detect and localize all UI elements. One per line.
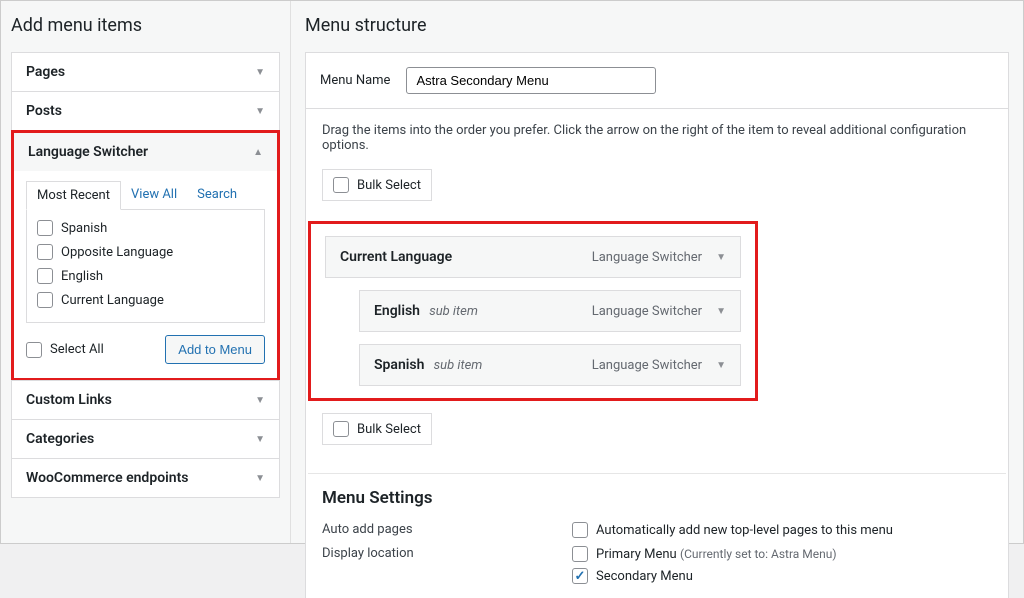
checkbox-opposite-language[interactable] bbox=[37, 244, 53, 260]
tab-view-all[interactable]: View All bbox=[121, 181, 187, 210]
accordion-categories[interactable]: Categories ▼ bbox=[11, 419, 280, 459]
chevron-down-icon: ▼ bbox=[255, 67, 265, 78]
option-opposite-label: Opposite Language bbox=[61, 245, 173, 260]
accordion-language-switcher[interactable]: Language Switcher ▲ Most Recent View All… bbox=[11, 130, 280, 381]
bulk-select-top[interactable]: Bulk Select bbox=[322, 169, 432, 201]
accordion-posts-label: Posts bbox=[26, 103, 62, 119]
option-spanish-label: Spanish bbox=[61, 221, 107, 236]
checkbox-auto-add-pages[interactable] bbox=[572, 522, 588, 538]
bulk-select-top-label: Bulk Select bbox=[357, 178, 421, 193]
chevron-down-icon[interactable]: ▼ bbox=[716, 360, 726, 371]
language-switcher-options: Spanish Opposite Language English Curren… bbox=[26, 209, 265, 323]
menu-items-highlight: Current Language Language Switcher ▼ Eng… bbox=[308, 221, 758, 401]
checkbox-bulk-select-top[interactable] bbox=[333, 177, 349, 193]
language-switcher-body: Most Recent View All Search Spanish Oppo… bbox=[14, 171, 277, 378]
checkbox-english[interactable] bbox=[37, 268, 53, 284]
accordion-pages-label: Pages bbox=[26, 64, 65, 80]
menu-item-english-type: Language Switcher bbox=[592, 304, 702, 319]
menu-structure-heading: Menu structure bbox=[305, 11, 1009, 40]
menu-item-english-title: English bbox=[374, 303, 420, 319]
menu-item-current-language[interactable]: Current Language Language Switcher ▼ bbox=[325, 236, 741, 278]
menu-item-english-sub: sub item bbox=[429, 304, 478, 319]
accordion-woocommerce-label: WooCommerce endpoints bbox=[26, 470, 188, 486]
bulk-select-bottom-label: Bulk Select bbox=[357, 422, 421, 437]
option-english-label: English bbox=[61, 269, 103, 284]
menu-item-spanish-sub: sub item bbox=[434, 358, 483, 373]
menu-name-input[interactable] bbox=[406, 67, 656, 94]
checkbox-spanish[interactable] bbox=[37, 220, 53, 236]
tab-search[interactable]: Search bbox=[187, 181, 247, 210]
select-all-label: Select All bbox=[50, 342, 104, 357]
primary-menu-label: Primary Menu bbox=[596, 547, 677, 562]
auto-add-pages-option: Automatically add new top-level pages to… bbox=[596, 523, 893, 538]
checkbox-secondary-menu[interactable] bbox=[572, 568, 588, 584]
add-to-menu-button[interactable]: Add to Menu bbox=[165, 335, 265, 364]
add-menu-items-panel: Add menu items Pages ▼ Posts ▼ Language … bbox=[1, 1, 291, 543]
tab-most-recent[interactable]: Most Recent bbox=[26, 181, 121, 210]
menu-item-current-title: Current Language bbox=[340, 249, 452, 265]
settings-auto-add-row: Auto add pages Automatically add new top… bbox=[308, 518, 1006, 542]
checkbox-current-language[interactable] bbox=[37, 292, 53, 308]
option-current-label: Current Language bbox=[61, 293, 164, 308]
accordion-posts[interactable]: Posts ▼ bbox=[11, 91, 280, 131]
menu-instructions: Drag the items into the order you prefer… bbox=[308, 109, 1006, 167]
display-location-label: Display location bbox=[322, 546, 572, 561]
primary-menu-note: (Currently set to: Astra Menu) bbox=[680, 547, 837, 561]
chevron-up-icon: ▲ bbox=[253, 147, 263, 158]
auto-add-pages-label: Auto add pages bbox=[322, 522, 572, 537]
language-switcher-tabs: Most Recent View All Search bbox=[26, 181, 265, 210]
accordion-woocommerce-endpoints[interactable]: WooCommerce endpoints ▼ bbox=[11, 458, 280, 498]
accordion-pages[interactable]: Pages ▼ bbox=[11, 52, 280, 92]
menu-item-spanish-title: Spanish bbox=[374, 357, 424, 373]
menu-item-current-type: Language Switcher bbox=[592, 250, 702, 265]
chevron-down-icon: ▼ bbox=[255, 395, 265, 406]
settings-display-location-row: Display location Primary Menu (Currently… bbox=[308, 542, 1006, 588]
checkbox-primary-menu[interactable] bbox=[572, 546, 588, 562]
menu-item-spanish-type: Language Switcher bbox=[592, 358, 702, 373]
chevron-down-icon: ▼ bbox=[255, 473, 265, 484]
chevron-down-icon: ▼ bbox=[255, 106, 265, 117]
secondary-menu-label: Secondary Menu bbox=[596, 569, 693, 584]
menu-name-row: Menu Name bbox=[305, 52, 1009, 109]
bulk-select-bottom[interactable]: Bulk Select bbox=[322, 413, 432, 445]
menu-structure-panel: Menu structure Menu Name Drag the items … bbox=[291, 1, 1023, 543]
accordion-custom-links[interactable]: Custom Links ▼ bbox=[11, 380, 280, 420]
chevron-down-icon: ▼ bbox=[255, 434, 265, 445]
menu-name-label: Menu Name bbox=[320, 73, 390, 88]
chevron-down-icon[interactable]: ▼ bbox=[716, 252, 726, 263]
menu-item-english[interactable]: English sub item Language Switcher ▼ bbox=[359, 290, 741, 332]
accordion-language-switcher-label: Language Switcher bbox=[28, 144, 148, 160]
accordion-categories-label: Categories bbox=[26, 431, 94, 447]
menu-item-spanish[interactable]: Spanish sub item Language Switcher ▼ bbox=[359, 344, 741, 386]
add-menu-items-heading: Add menu items bbox=[11, 11, 280, 40]
checkbox-bulk-select-bottom[interactable] bbox=[333, 421, 349, 437]
menu-settings-heading: Menu Settings bbox=[322, 488, 1006, 508]
checkbox-select-all[interactable] bbox=[26, 342, 42, 358]
chevron-down-icon[interactable]: ▼ bbox=[716, 306, 726, 317]
accordion-custom-links-label: Custom Links bbox=[26, 392, 112, 408]
